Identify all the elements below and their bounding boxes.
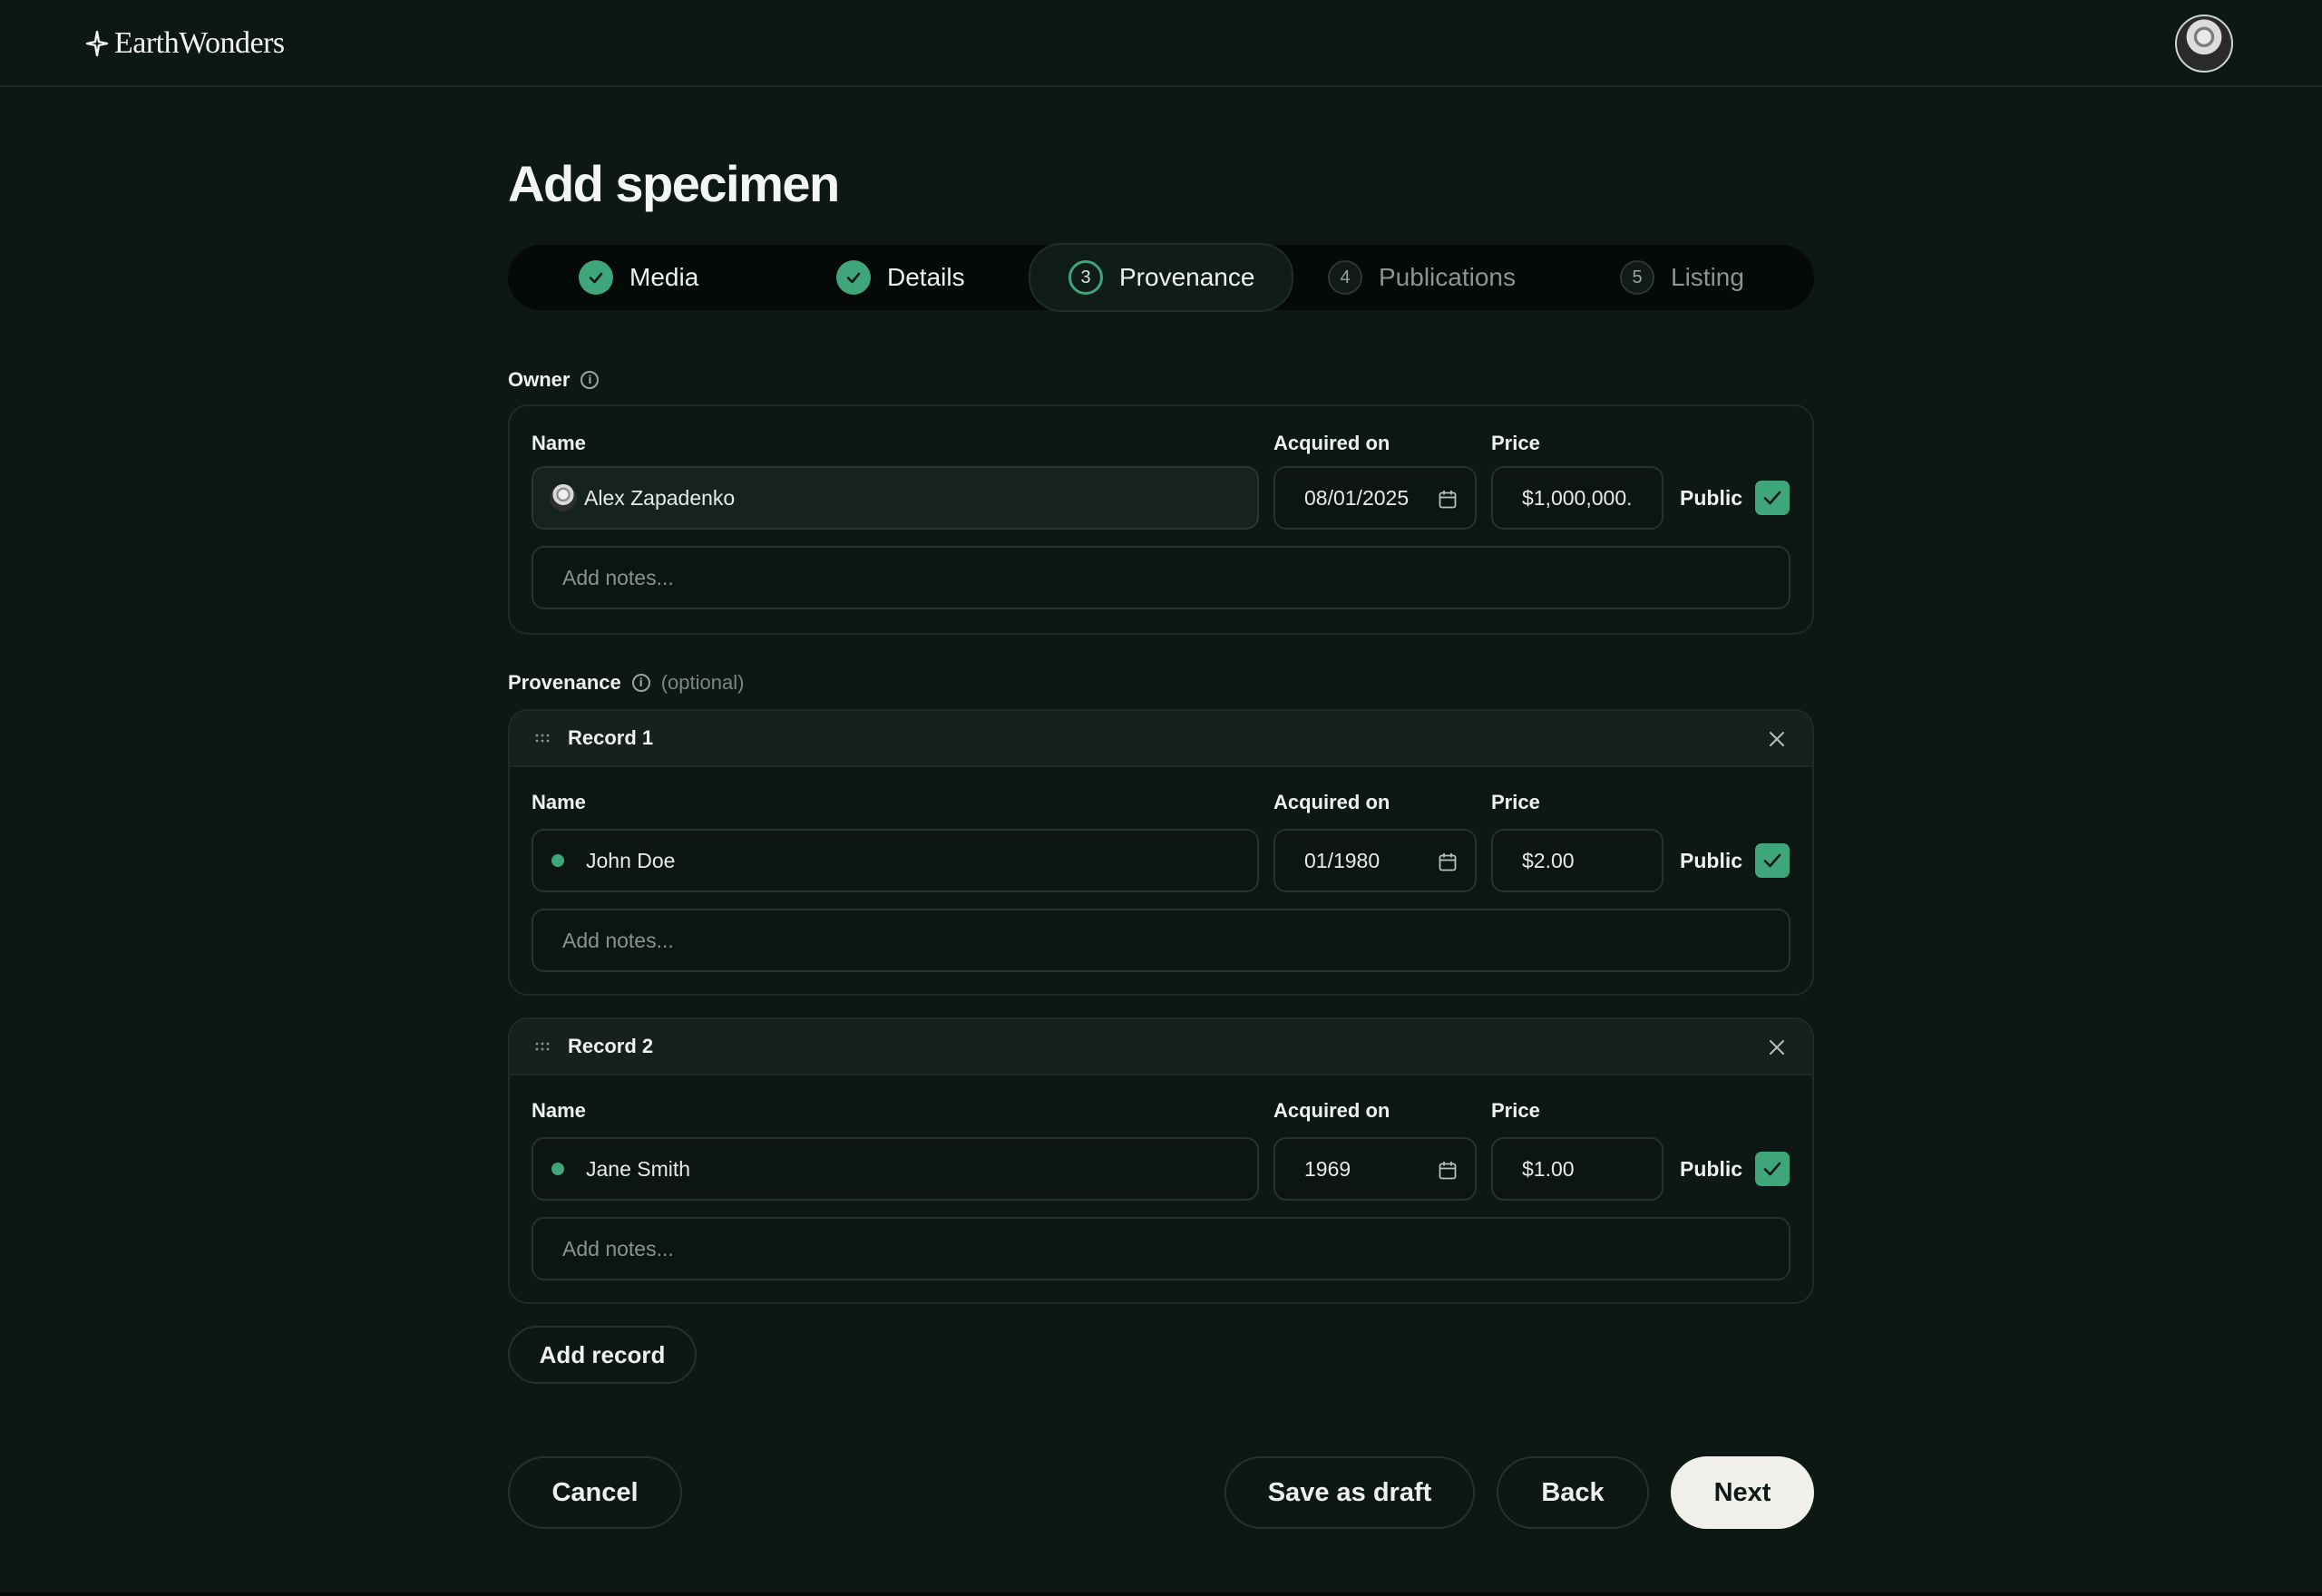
owner-notes-field[interactable]: Add notes... — [532, 546, 1790, 609]
price-label: Price — [1491, 432, 1540, 454]
record-acquired-date-field[interactable]: 1969 — [1273, 1137, 1477, 1201]
owner-name-value: Alex Zapadenko — [584, 485, 736, 510]
info-icon[interactable]: i — [580, 371, 600, 389]
checkmark-icon — [1763, 1162, 1781, 1176]
status-dot — [551, 854, 564, 867]
notes-placeholder: Add notes... — [562, 928, 674, 952]
next-button[interactable]: Next — [1671, 1456, 1814, 1529]
provenance-record-card: Record 1 Name Acquired on Price John Doe… — [508, 709, 1814, 996]
record-name-value: John Doe — [586, 848, 676, 872]
record-acquired-value: 1969 — [1304, 1156, 1351, 1181]
save-draft-button[interactable]: Save as draft — [1224, 1456, 1475, 1529]
brand-name: EarthWonders — [114, 26, 285, 60]
step-label: Publications — [1379, 263, 1516, 291]
owner-price-value: $1,000,000. — [1522, 485, 1633, 510]
name-label: Name — [532, 1099, 586, 1122]
bottom-edge — [0, 1592, 2322, 1596]
step-label: Details — [887, 263, 965, 291]
record-public-toggle[interactable]: Public — [1680, 843, 1790, 878]
checkmark-icon — [1763, 491, 1781, 505]
record-notes-field[interactable]: Add notes... — [532, 909, 1790, 972]
record-notes-field[interactable]: Add notes... — [532, 1217, 1790, 1280]
owner-section-label: Owner i — [508, 368, 600, 392]
public-checkbox[interactable] — [1755, 843, 1790, 878]
back-button[interactable]: Back — [1497, 1456, 1649, 1529]
progress-stepper: Media Details 3 Provenance 4 Publication… — [508, 243, 1814, 312]
status-dot — [551, 1163, 564, 1175]
record-price-field[interactable]: $2.00 — [1491, 829, 1663, 892]
step-number: 3 — [1068, 260, 1103, 295]
record-title: Record 1 — [568, 726, 654, 749]
record-acquired-date-field[interactable]: 01/1980 — [1273, 829, 1477, 892]
user-avatar[interactable] — [2175, 15, 2233, 73]
close-icon[interactable] — [1769, 731, 1785, 747]
add-record-button[interactable]: Add record — [508, 1326, 697, 1384]
acquired-on-label: Acquired on — [1273, 432, 1390, 454]
owner-acquired-date-field[interactable]: 08/01/2025 — [1273, 466, 1477, 530]
provenance-label-text: Provenance — [508, 671, 621, 694]
check-circle-icon — [579, 260, 613, 295]
calendar-icon[interactable] — [1439, 1161, 1457, 1181]
drag-handle-icon[interactable] — [535, 733, 550, 744]
public-checkbox[interactable] — [1755, 1152, 1790, 1186]
name-label: Name — [532, 432, 586, 454]
info-icon[interactable]: i — [631, 674, 650, 692]
sparkle-icon — [85, 30, 109, 57]
record-price-field[interactable]: $1.00 — [1491, 1137, 1663, 1201]
name-label: Name — [532, 791, 586, 813]
step-details[interactable]: Details — [836, 245, 965, 310]
public-label: Public — [1680, 1156, 1743, 1181]
owner-acquired-value: 08/01/2025 — [1304, 485, 1410, 510]
close-icon[interactable] — [1769, 1039, 1785, 1056]
page-title: Add specimen — [508, 155, 840, 212]
record-name-field[interactable]: John Doe — [532, 829, 1259, 892]
notes-placeholder: Add notes... — [562, 565, 674, 589]
record-title: Record 2 — [568, 1035, 654, 1057]
step-provenance[interactable]: 3 Provenance — [1029, 243, 1293, 312]
public-label: Public — [1680, 848, 1743, 872]
step-listing[interactable]: 5 Listing — [1620, 245, 1744, 310]
record-header: Record 1 — [510, 711, 1812, 767]
step-publications[interactable]: 4 Publications — [1328, 245, 1516, 310]
calendar-icon[interactable] — [1439, 852, 1457, 872]
price-label: Price — [1491, 1099, 1540, 1122]
checkmark-icon — [1763, 853, 1781, 868]
price-label: Price — [1491, 791, 1540, 813]
owner-label-text: Owner — [508, 368, 571, 391]
step-number: 4 — [1328, 260, 1362, 295]
record-acquired-value: 01/1980 — [1304, 848, 1381, 872]
record-price-value: $1.00 — [1522, 1156, 1575, 1181]
drag-handle-icon[interactable] — [535, 1041, 550, 1052]
public-checkbox[interactable] — [1755, 481, 1790, 515]
calendar-icon[interactable] — [1439, 490, 1457, 510]
acquired-on-label: Acquired on — [1273, 791, 1390, 813]
record-header: Record 2 — [510, 1019, 1812, 1075]
owner-avatar — [550, 484, 577, 511]
top-bar: EarthWonders — [0, 0, 2322, 87]
record-public-toggle[interactable]: Public — [1680, 1152, 1790, 1186]
step-label: Provenance — [1119, 263, 1255, 291]
step-label: Listing — [1671, 263, 1744, 291]
record-name-value: Jane Smith — [586, 1156, 691, 1181]
public-label: Public — [1680, 485, 1743, 510]
optional-hint: (optional) — [660, 671, 745, 694]
provenance-record-card: Record 2 Name Acquired on Price Jane Smi… — [508, 1017, 1814, 1304]
cancel-button[interactable]: Cancel — [508, 1456, 682, 1529]
step-media[interactable]: Media — [579, 245, 698, 310]
check-circle-icon — [836, 260, 871, 295]
acquired-on-label: Acquired on — [1273, 1099, 1390, 1122]
notes-placeholder: Add notes... — [562, 1236, 674, 1260]
owner-card: Name Acquired on Price Alex Zapadenko 08… — [508, 404, 1814, 635]
owner-public-toggle[interactable]: Public — [1680, 481, 1790, 515]
owner-price-field[interactable]: $1,000,000. — [1491, 466, 1663, 530]
record-price-value: $2.00 — [1522, 848, 1575, 872]
provenance-section-label: Provenance i (optional) — [508, 671, 744, 695]
owner-name-field[interactable]: Alex Zapadenko — [532, 466, 1259, 530]
step-label: Media — [629, 263, 699, 291]
step-number: 5 — [1620, 260, 1654, 295]
brand-logo[interactable]: EarthWonders — [85, 26, 285, 60]
record-name-field[interactable]: Jane Smith — [532, 1137, 1259, 1201]
